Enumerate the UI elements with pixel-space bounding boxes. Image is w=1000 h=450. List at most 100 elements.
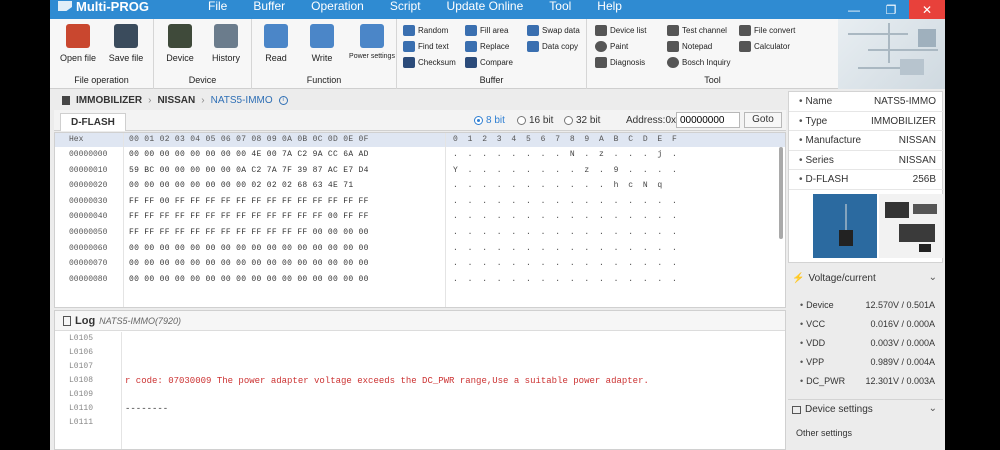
replace-button[interactable]: Replace — [465, 41, 509, 52]
close-button[interactable]: ✕ — [909, 0, 945, 19]
info-row-name: NameNATS5-IMMO — [789, 92, 944, 112]
power-settings-button[interactable]: Power settings — [346, 24, 398, 60]
group-file-operation: Open file Save file File operation — [50, 19, 154, 89]
bosch-inquiry-button[interactable]: Bosch Inquiry — [667, 57, 730, 68]
random-button[interactable]: Random — [403, 25, 448, 36]
group-label-function: Function — [306, 75, 342, 85]
hex-row[interactable]: 00000010 59 BC 00 00 00 00 00 0A C2 7A 7F… — [55, 163, 785, 179]
ribbon-toolbar: Open file Save file File operation Devic… — [50, 19, 945, 89]
find-text-button[interactable]: Find text — [403, 41, 449, 52]
open-file-button[interactable]: Open file — [56, 24, 100, 63]
breadcrumb-current: NATS5-IMMO — [210, 95, 273, 106]
find-text-icon — [403, 41, 415, 52]
chip-icon — [168, 24, 192, 48]
tab-d-flash[interactable]: D-FLASH — [60, 113, 126, 131]
maximize-button[interactable]: ❐ — [873, 0, 909, 19]
calculator-button[interactable]: Calculator — [739, 41, 790, 52]
info-icon[interactable]: i — [278, 96, 288, 105]
menu-file[interactable]: File — [208, 0, 240, 12]
hex-row[interactable]: 00000080 00 00 00 00 00 00 00 00 00 00 00… — [55, 272, 785, 288]
history-icon — [214, 24, 238, 48]
menu-bar: File Buffer Operation Script Update Onli… — [208, 0, 635, 12]
app-window: Multi-PROG File Buffer Operation Script … — [50, 0, 945, 450]
device-list-button[interactable]: Device list — [595, 25, 646, 36]
menu-script[interactable]: Script — [377, 0, 434, 12]
hex-scrollbar[interactable] — [779, 147, 783, 239]
log-header: Log NATS5-IMMO(7920) — [55, 311, 785, 331]
paint-button[interactable]: Paint — [595, 41, 628, 52]
hex-row[interactable]: 00000040 FF FF FF FF FF FF FF FF FF FF FF… — [55, 209, 785, 225]
wiring-diagram-icon — [879, 194, 943, 258]
test-channel-button[interactable]: Test channel — [667, 25, 727, 36]
breadcrumb-immobilizer[interactable]: IMMOBILIZER — [76, 95, 142, 106]
breadcrumb-separator-icon: › — [201, 95, 205, 106]
goto-button[interactable]: Goto — [744, 112, 782, 128]
read-button[interactable]: Read — [254, 24, 298, 63]
settings-panel-icon — [792, 405, 801, 414]
history-button[interactable]: History — [204, 24, 248, 63]
voltage-row-device: Device12.570V / 0.501A — [788, 296, 943, 314]
wiring-image — [879, 194, 943, 258]
test-channel-icon — [667, 25, 679, 36]
info-row-manufacture: ManufactureNISSAN — [789, 131, 944, 151]
radio-16-bit[interactable]: 16 bit — [517, 115, 553, 126]
menu-help[interactable]: Help — [584, 0, 635, 12]
data-copy-button[interactable]: Data copy — [527, 41, 578, 52]
log-panel: Log NATS5-IMMO(7920) L0105 L0106 L0107 L… — [54, 310, 786, 450]
menu-tool[interactable]: Tool — [536, 0, 584, 12]
hex-tab-row: D-FLASH 8 bit 16 bit 32 bit Address:0x G… — [54, 110, 786, 131]
app-title: Multi-PROG — [76, 0, 149, 14]
hex-row[interactable]: 00000060 00 00 00 00 00 00 00 00 00 00 00… — [55, 241, 785, 257]
group-label-device: Device — [188, 75, 217, 85]
file-convert-button[interactable]: File convert — [739, 25, 795, 36]
folder-icon — [66, 24, 90, 48]
chip-photo-icon — [813, 194, 877, 258]
swap-data-button[interactable]: Swap data — [527, 25, 580, 36]
compare-icon — [465, 57, 477, 68]
hex-row[interactable]: 00000070 00 00 00 00 00 00 00 00 00 00 00… — [55, 256, 785, 272]
save-file-button[interactable]: Save file — [104, 24, 148, 63]
hex-row[interactable]: 00000050 FF FF FF FF FF FF FF FF FF FF FF… — [55, 225, 785, 241]
title-bar: Multi-PROG File Buffer Operation Script … — [50, 0, 945, 19]
log-error-line: r code: 07030009 The power adapter volta… — [125, 376, 649, 386]
menu-operation[interactable]: Operation — [298, 0, 377, 12]
write-button[interactable]: Write — [300, 24, 344, 63]
chevron-down-icon[interactable]: ⌄ — [929, 272, 937, 283]
fill-area-button[interactable]: Fill area — [465, 25, 508, 36]
right-sidebar: NameNATS5-IMMO TypeIMMOBILIZER Manufactu… — [786, 91, 945, 450]
minimize-button[interactable]: — — [836, 0, 872, 19]
group-tool: Device list Paint Diagnosis Test channel… — [587, 19, 838, 89]
diagnosis-button[interactable]: Diagnosis — [595, 57, 645, 68]
device-settings-header[interactable]: Device settings ⌄ — [788, 399, 943, 419]
voltage-row-vdd: VDD0.003V / 0.000A — [788, 334, 943, 352]
menu-update-online[interactable]: Update Online — [434, 0, 537, 12]
voltage-header[interactable]: ⚡ Voltage/current ⌄ — [788, 269, 943, 288]
log-document-icon — [63, 315, 71, 326]
breadcrumb: IMMOBILIZER › NISSAN › NATS5-IMMO i — [54, 91, 782, 110]
checksum-button[interactable]: Checksum — [403, 57, 456, 68]
radio-32-bit[interactable]: 32 bit — [564, 115, 600, 126]
device-button[interactable]: Device — [158, 24, 202, 63]
group-buffer: Random Find text Checksum Fill area Repl… — [397, 19, 587, 89]
other-settings-link[interactable]: Other settings — [796, 428, 852, 438]
radio-8-bit[interactable]: 8 bit — [474, 115, 505, 126]
hex-row[interactable]: 00000020 00 00 00 00 00 00 00 00 02 02 02… — [55, 178, 785, 194]
chevron-down-icon[interactable]: ⌄ — [929, 403, 937, 414]
log-separator-line: -------- — [125, 404, 169, 414]
menu-buffer[interactable]: Buffer — [240, 0, 298, 12]
notepad-button[interactable]: Notepad — [667, 41, 712, 52]
hex-row[interactable]: 00000030 FF FF 00 FF FF FF FF FF FF FF FF… — [55, 194, 785, 210]
random-icon — [403, 25, 415, 36]
hex-grid[interactable]: Hex 00 01 02 03 04 05 06 07 08 09 0A 0B … — [54, 132, 786, 308]
compare-button[interactable]: Compare — [465, 57, 513, 68]
sigma-icon — [403, 57, 415, 68]
breadcrumb-separator-icon: › — [148, 95, 152, 106]
log-content[interactable]: r code: 07030009 The power adapter volta… — [125, 332, 785, 430]
address-input[interactable] — [676, 112, 740, 128]
swap-icon — [527, 25, 539, 36]
hex-header-ascii: 0 1 2 3 4 5 6 7 8 9 A B C D E F — [453, 135, 680, 144]
hex-row[interactable]: 00000000 00 00 00 00 00 00 00 00 4E 00 7A… — [55, 147, 785, 163]
app-logo: Multi-PROG — [58, 0, 149, 14]
breadcrumb-nissan[interactable]: NISSAN — [157, 95, 195, 106]
